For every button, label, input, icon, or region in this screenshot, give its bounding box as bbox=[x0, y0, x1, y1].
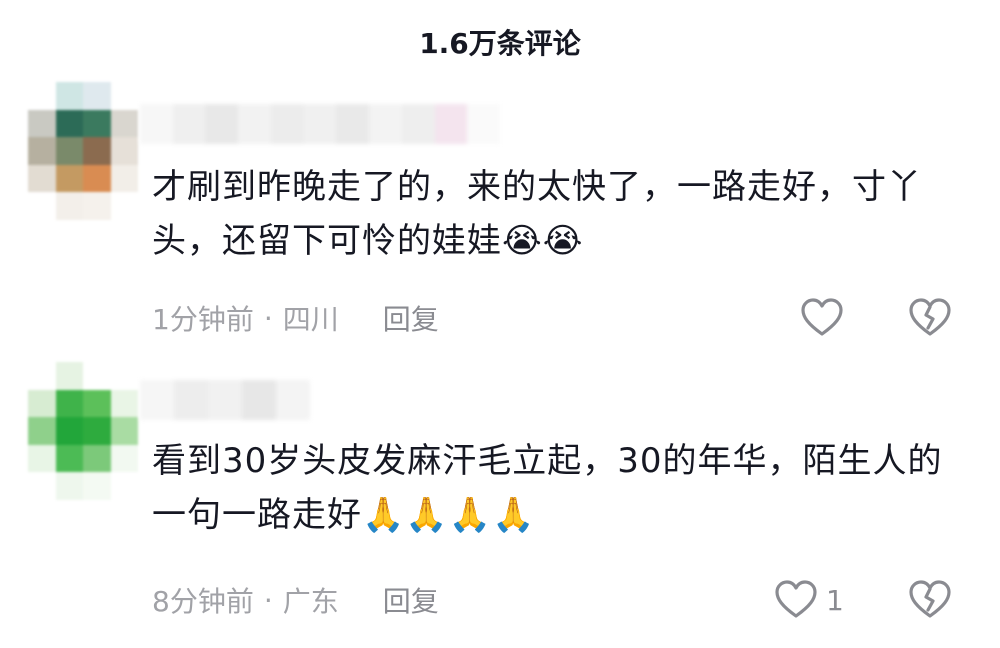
username-blurred[interactable] bbox=[140, 104, 501, 144]
comment-text: 才刷到昨晚走了的，来的太快了，一路走好，寸丫头，还留下可怜的娃娃😭😭 bbox=[152, 160, 952, 268]
comment-item: 才刷到昨晚走了的，来的太快了，一路走好，寸丫头，还留下可怜的娃娃😭😭 1分钟前 … bbox=[0, 82, 1000, 352]
location: 四川 bbox=[282, 303, 339, 336]
heart-icon bbox=[774, 580, 818, 620]
comment-meta: 8分钟前 · 广东 回复 bbox=[152, 578, 439, 622]
timestamp: 1分钟前 bbox=[152, 303, 254, 336]
separator: · bbox=[263, 301, 273, 335]
like-button[interactable] bbox=[800, 296, 852, 340]
avatar[interactable] bbox=[28, 362, 138, 500]
comment-item: 看到30岁头皮发麻汗毛立起，30的年华，陌生人的一句一路走好🙏🙏🙏🙏 8分钟前 … bbox=[0, 362, 1000, 632]
crying-emoji: 😭😭 bbox=[502, 221, 584, 261]
dislike-button[interactable] bbox=[908, 296, 952, 340]
timestamp: 8分钟前 bbox=[152, 585, 254, 618]
like-button[interactable]: 1 bbox=[774, 578, 844, 622]
separator: · bbox=[263, 583, 273, 617]
praying-hands-emoji: 🙏🙏🙏🙏 bbox=[362, 495, 536, 535]
broken-heart-icon bbox=[908, 580, 952, 620]
reply-button[interactable]: 回复 bbox=[383, 580, 439, 620]
dislike-button[interactable] bbox=[908, 578, 952, 622]
username-blurred[interactable] bbox=[140, 380, 310, 420]
comment-meta: 1分钟前 · 四川 回复 bbox=[152, 296, 439, 340]
comment-text: 看到30岁头皮发麻汗毛立起，30的年华，陌生人的一句一路走好🙏🙏🙏🙏 bbox=[152, 434, 952, 542]
comments-count-title: 1.6万条评论 bbox=[419, 27, 581, 60]
avatar[interactable] bbox=[28, 82, 138, 220]
like-count: 1 bbox=[826, 583, 844, 617]
heart-icon bbox=[800, 298, 844, 338]
location: 广东 bbox=[282, 585, 339, 618]
broken-heart-icon bbox=[908, 298, 952, 338]
reply-button[interactable]: 回复 bbox=[383, 298, 439, 338]
comment-body: 看到30岁头皮发麻汗毛立起，30的年华，陌生人的一句一路走好 bbox=[152, 441, 943, 535]
